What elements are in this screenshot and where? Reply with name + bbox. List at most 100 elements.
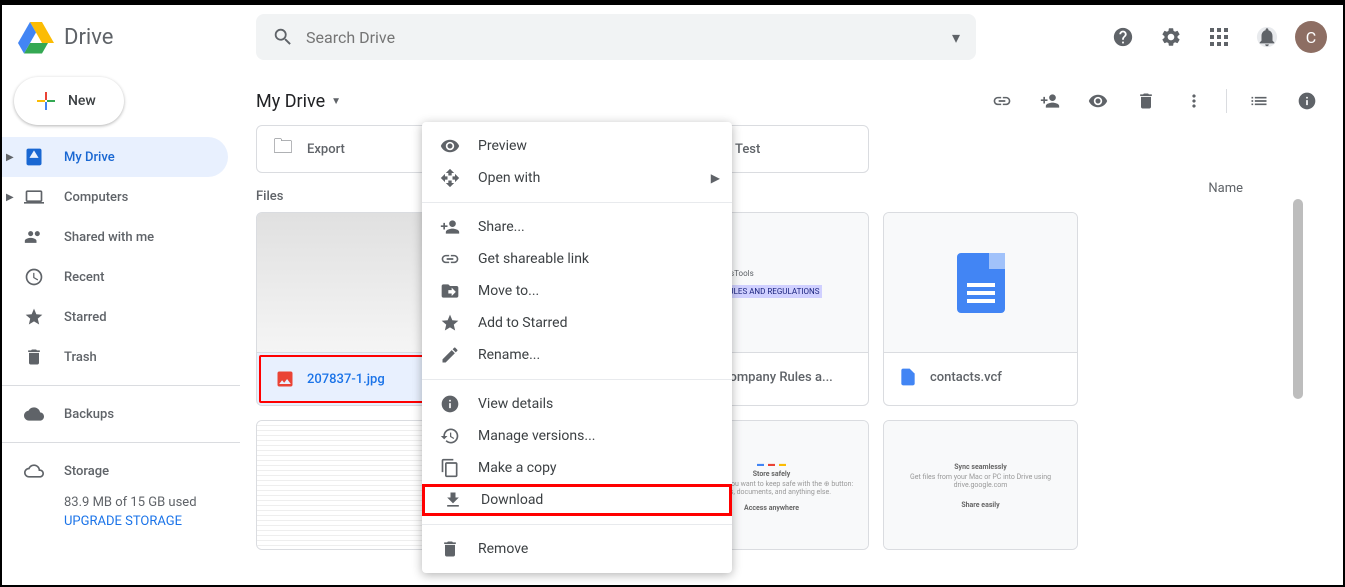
file-name: Company Rules a... bbox=[721, 370, 833, 385]
edit-icon bbox=[438, 343, 462, 367]
menu-label: Rename... bbox=[478, 347, 540, 363]
list-view-button[interactable] bbox=[1239, 81, 1279, 121]
folder-move-icon bbox=[438, 279, 462, 303]
sidebar: New ▶ My Drive ▶ Computers Shared with m… bbox=[2, 69, 240, 585]
nav-label: Backups bbox=[64, 407, 114, 422]
file-card[interactable]: Sync seamlessly Get files from your Mac … bbox=[883, 420, 1078, 550]
upgrade-storage-link[interactable]: UPGRADE STORAGE bbox=[64, 514, 220, 529]
menu-download[interactable]: Download bbox=[422, 484, 732, 516]
file-name: contacts.vcf bbox=[930, 370, 1002, 385]
menu-preview[interactable]: Preview bbox=[422, 130, 732, 162]
more-button[interactable] bbox=[1174, 81, 1214, 121]
help-button[interactable] bbox=[1103, 17, 1143, 57]
menu-remove[interactable]: Remove bbox=[422, 533, 732, 565]
drive-icon bbox=[22, 145, 46, 169]
cloud-icon bbox=[22, 402, 46, 426]
info-button[interactable] bbox=[1287, 81, 1327, 121]
star-icon bbox=[438, 311, 462, 335]
search-options-dropdown-icon[interactable]: ▾ bbox=[952, 28, 960, 47]
menu-manage-versions[interactable]: Manage versions... bbox=[422, 420, 732, 452]
sidebar-item-computers[interactable]: ▶ Computers bbox=[2, 177, 240, 217]
menu-add-starred[interactable]: Add to Starred bbox=[422, 307, 732, 339]
menu-label: Remove bbox=[478, 541, 528, 557]
star-icon bbox=[22, 305, 46, 329]
menu-label: Share... bbox=[478, 219, 525, 235]
download-icon bbox=[441, 488, 465, 512]
info-icon bbox=[438, 392, 462, 416]
sort-label[interactable]: Name bbox=[1208, 181, 1243, 196]
file-name: 207837-1.jpg bbox=[307, 372, 385, 387]
expand-icon[interactable]: ▶ bbox=[6, 192, 14, 203]
menu-label: Open with bbox=[478, 170, 540, 186]
delete-button[interactable] bbox=[1126, 81, 1166, 121]
history-icon bbox=[438, 424, 462, 448]
drive-logo-icon bbox=[18, 19, 54, 55]
menu-label: View details bbox=[478, 396, 553, 412]
menu-open-with[interactable]: Open with ▶ bbox=[422, 162, 732, 194]
trash-icon bbox=[438, 537, 462, 561]
computer-icon bbox=[22, 185, 46, 209]
menu-rename[interactable]: Rename... bbox=[422, 339, 732, 371]
plus-icon bbox=[34, 89, 58, 113]
sidebar-item-my-drive[interactable]: ▶ My Drive bbox=[2, 137, 228, 177]
image-icon bbox=[275, 369, 295, 389]
search-icon bbox=[272, 26, 294, 48]
move-icon bbox=[438, 166, 462, 190]
notifications-button[interactable] bbox=[1247, 17, 1287, 57]
search-input[interactable] bbox=[306, 28, 952, 47]
account-avatar[interactable]: C bbox=[1295, 21, 1327, 53]
clock-icon bbox=[22, 265, 46, 289]
breadcrumb[interactable]: My Drive ▼ bbox=[256, 91, 341, 112]
menu-make-copy[interactable]: Make a copy bbox=[422, 452, 732, 484]
menu-label: Get shareable link bbox=[478, 251, 589, 267]
nav-label: My Drive bbox=[64, 150, 115, 165]
nav-label: Starred bbox=[64, 310, 107, 325]
menu-share[interactable]: Share... bbox=[422, 211, 732, 243]
folder-name: Test bbox=[735, 142, 760, 157]
copy-icon bbox=[438, 456, 462, 480]
app-name: Drive bbox=[64, 25, 113, 50]
sidebar-item-shared[interactable]: Shared with me bbox=[2, 217, 240, 257]
nav-label: Computers bbox=[64, 190, 128, 205]
file-preview bbox=[884, 213, 1077, 353]
sidebar-item-recent[interactable]: Recent bbox=[2, 257, 240, 297]
settings-button[interactable] bbox=[1151, 17, 1191, 57]
files-section-label: Files bbox=[256, 189, 1327, 204]
file-preview: Sync seamlessly Get files from your Mac … bbox=[884, 421, 1077, 550]
scrollbar[interactable] bbox=[1293, 199, 1303, 399]
breadcrumb-title: My Drive bbox=[256, 91, 325, 112]
chevron-down-icon: ▼ bbox=[331, 96, 341, 107]
nav-label: Trash bbox=[64, 350, 97, 365]
sidebar-item-backups[interactable]: Backups bbox=[2, 394, 240, 434]
preview-button[interactable] bbox=[1078, 81, 1118, 121]
nav-label: Shared with me bbox=[64, 230, 154, 245]
storage-icon bbox=[22, 459, 46, 483]
expand-icon[interactable]: ▶ bbox=[6, 152, 14, 163]
person-add-icon bbox=[438, 215, 462, 239]
file-icon bbox=[898, 367, 918, 387]
share-button[interactable] bbox=[1030, 81, 1070, 121]
search-box[interactable]: ▾ bbox=[256, 14, 976, 60]
menu-label: Preview bbox=[478, 138, 527, 154]
context-menu: Preview Open with ▶ Share... Get shareab… bbox=[422, 122, 732, 573]
menu-label: Add to Starred bbox=[478, 315, 567, 331]
sidebar-item-starred[interactable]: Starred bbox=[2, 297, 240, 337]
apps-button[interactable] bbox=[1199, 17, 1239, 57]
menu-label: Make a copy bbox=[478, 460, 557, 476]
sidebar-item-trash[interactable]: Trash bbox=[2, 337, 240, 377]
menu-get-link[interactable]: Get shareable link bbox=[422, 243, 732, 275]
new-button[interactable]: New bbox=[14, 77, 124, 125]
storage-used-text: 83.9 MB of 15 GB used bbox=[64, 495, 220, 510]
menu-label: Download bbox=[481, 492, 543, 508]
trash-icon bbox=[22, 345, 46, 369]
menu-move-to[interactable]: Move to... bbox=[422, 275, 732, 307]
link-icon bbox=[438, 247, 462, 271]
nav-label: Recent bbox=[64, 270, 104, 285]
logo-section[interactable]: Drive bbox=[18, 19, 256, 55]
get-link-button[interactable] bbox=[982, 81, 1022, 121]
file-card[interactable]: contacts.vcf bbox=[883, 212, 1078, 406]
eye-icon bbox=[438, 134, 462, 158]
menu-view-details[interactable]: View details bbox=[422, 388, 732, 420]
menu-label: Move to... bbox=[478, 283, 539, 299]
sidebar-item-storage[interactable]: Storage bbox=[2, 451, 240, 491]
